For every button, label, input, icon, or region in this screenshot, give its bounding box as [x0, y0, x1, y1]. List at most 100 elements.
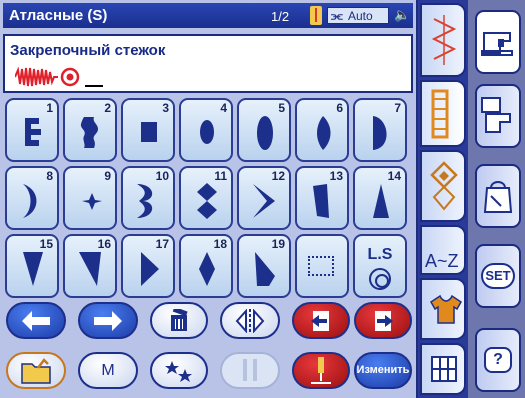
settings-button[interactable]: SET [475, 244, 521, 308]
stitch-button-5[interactable]: 5 [237, 98, 291, 162]
oval-long-icon [257, 116, 273, 150]
open-folder-icon [21, 357, 51, 384]
stitch-button-17[interactable]: 17 [121, 234, 175, 298]
stitch-button-19[interactable]: 19 [237, 234, 291, 298]
insert-right-button[interactable] [354, 302, 412, 339]
stitch-button-16[interactable]: 16 [63, 234, 117, 298]
stitch-button-7[interactable]: 7 [353, 98, 407, 162]
tab-buttonhole[interactable] [420, 343, 466, 395]
prev-page-button[interactable] [6, 302, 66, 339]
stitch-number: 19 [271, 237, 285, 251]
stitch-name: Закрепочный стежок [10, 42, 166, 59]
satin-stitch-icon [431, 89, 449, 138]
edit-button[interactable]: Изменить [354, 352, 412, 389]
stitch-number: 3 [162, 101, 169, 115]
trash-icon [171, 308, 188, 331]
alphabet-icon: A~Z [425, 251, 459, 271]
utility-stitch-icon [431, 15, 457, 65]
stitch-number: 5 [278, 101, 285, 115]
sewing-mode-button[interactable] [475, 10, 521, 74]
stitch-preview-icon [15, 66, 103, 87]
stitch-button-10[interactable]: 10 [121, 166, 175, 230]
needle-stop-button[interactable] [292, 352, 350, 389]
stitch-number: 12 [271, 169, 285, 183]
embroidery-machine-icon [481, 97, 511, 133]
auto-label: Auto [348, 9, 373, 23]
stitch-number: 16 [97, 237, 111, 251]
title-bar: Атласные (S) 1/2 ⫘ Auto 🔈 [3, 3, 413, 28]
settings-icon: SET [481, 263, 515, 289]
chevron-satin-icon [253, 184, 275, 218]
stitch-button-11[interactable]: 11 [179, 166, 233, 230]
diamond-tall-icon [199, 252, 215, 286]
stitch-number: 14 [387, 169, 401, 183]
mirror-icon [235, 308, 265, 333]
help-button[interactable]: ? [475, 328, 521, 392]
tab-satin-stitches[interactable] [420, 80, 466, 147]
oval-small-icon [200, 120, 214, 144]
tab-decorative-stitches[interactable] [420, 150, 466, 222]
needle-icon [311, 356, 331, 384]
page-indicator: 1/2 [271, 9, 290, 24]
stitch-button-12[interactable]: 12 [237, 166, 291, 230]
insert-left-button[interactable] [292, 302, 350, 339]
dotted-square-icon [308, 256, 334, 276]
stitch-button-6[interactable]: 6 [295, 98, 349, 162]
stitch-button-13[interactable]: 13 [295, 166, 349, 230]
speaker-icon: 🔈 [394, 7, 411, 22]
slant-right-icon [255, 252, 275, 286]
tab-quilting[interactable] [420, 278, 466, 340]
ls-circle-icon [369, 268, 391, 290]
edit-label: Изменить [356, 364, 410, 376]
stitch-number: 1 [46, 101, 53, 115]
memory-button[interactable]: M [78, 352, 138, 389]
stitch-button-15[interactable]: 15 [5, 234, 59, 298]
stitch-button-3[interactable]: 3 [121, 98, 175, 162]
category-title: Атласные (S) [9, 7, 108, 24]
stitch-button-4[interactable]: 4 [179, 98, 233, 162]
stitch-number: 7 [394, 101, 401, 115]
arrow-left-icon [22, 310, 50, 331]
stitch-button-2[interactable]: 2 [63, 98, 117, 162]
memory-label: M [101, 362, 115, 379]
sewing-machine-icon [481, 32, 513, 56]
insert-right-icon [375, 310, 393, 331]
twin-needle-icon [243, 358, 257, 381]
next-page-button[interactable] [78, 302, 138, 339]
stitch-number: 8 [46, 169, 53, 183]
ls-button[interactable]: L.S [353, 234, 407, 298]
stitch-button-14[interactable]: 14 [353, 166, 407, 230]
stitch-number: 9 [104, 169, 111, 183]
stitch-number: 4 [220, 101, 227, 115]
tab-alphabet[interactable]: A~Z [420, 225, 466, 275]
star-diamond-icon [82, 193, 102, 210]
help-icon: ? [484, 347, 512, 373]
mirror-button[interactable] [220, 302, 280, 339]
stitch-button-8[interactable]: 8 [5, 166, 59, 230]
stitch-number: 13 [329, 169, 343, 183]
sewing-machine-screen: Атласные (S) 1/2 ⫘ Auto 🔈 Закрепочный ст… [0, 0, 525, 398]
open-file-button[interactable] [6, 352, 66, 389]
dotted-square-button[interactable] [295, 234, 349, 298]
insert-left-icon [311, 310, 329, 331]
crescent-icon [23, 184, 37, 218]
bag-icon [483, 181, 513, 213]
bag-mode-button[interactable] [475, 164, 521, 228]
stitch-button-1[interactable]: 1 [5, 98, 59, 162]
embroidery-mode-button[interactable] [475, 84, 521, 148]
delete-button[interactable] [150, 302, 208, 339]
square-satin-icon [141, 122, 157, 142]
twin-needle-button [220, 352, 280, 389]
stitch-button-18[interactable]: 18 [179, 234, 233, 298]
leaf-satin-icon [317, 116, 331, 150]
stitch-button-9[interactable]: 9 [63, 166, 117, 230]
needle-position-icon [310, 6, 322, 25]
half-moon-icon [373, 116, 387, 150]
stitch-number: 17 [155, 237, 169, 251]
tab-utility-stitches[interactable] [420, 3, 466, 77]
mix-combine-button[interactable] [150, 352, 208, 389]
mix-stitch-icon [165, 360, 192, 382]
double-scallop-icon [137, 184, 153, 218]
slanted-bar-icon [313, 184, 329, 218]
stitch-number: 11 [214, 169, 227, 183]
